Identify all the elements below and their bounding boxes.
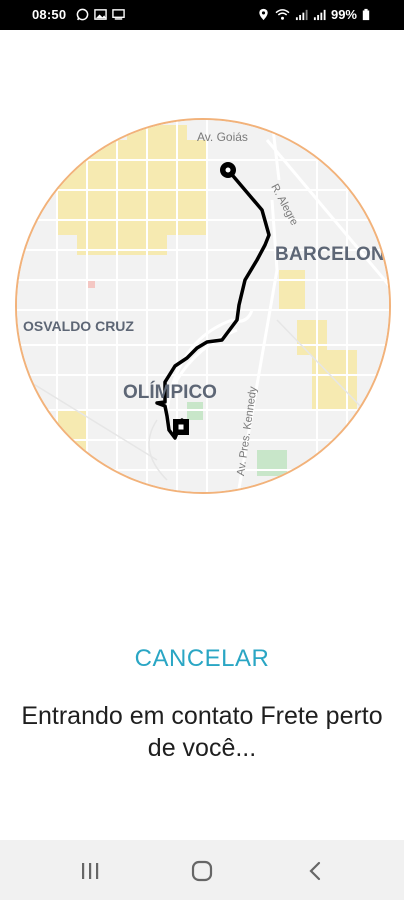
neighborhood-label: BARCELON [275,244,386,265]
back-icon[interactable] [303,858,329,884]
neighborhood-label: OLÍMPICO [123,382,217,403]
map-drawing [17,120,389,492]
navigation-bar [0,840,404,900]
whatsapp-icon [76,8,89,21]
signal-icon [295,9,308,21]
street-label: Av. Goiás [197,130,248,144]
status-time: 08:50 [32,7,67,22]
wifi-icon [275,9,290,20]
cancel-button[interactable]: CANCELAR [0,645,404,673]
battery-icon [362,8,370,21]
notification-icons [76,8,125,21]
gallery-icon [94,9,107,20]
searching-message: Entrando em contato Frete perto de você.… [21,702,383,762]
park-area [257,450,287,476]
location-icon [259,8,268,21]
route-map[interactable]: Av. Goiás R. Alegre BARCELON OSVALDO CRU… [15,118,391,494]
destination-marker-icon [173,419,189,435]
neighborhood-label: OSVALDO CRUZ [23,318,134,334]
status-bar: 08:50 99% [0,0,404,30]
screen-icon [112,9,125,20]
origin-marker-icon [220,162,236,178]
battery-percent: 99% [330,7,357,22]
signal-icon [313,9,326,21]
system-icons: 99% [257,7,370,22]
home-icon[interactable] [189,858,215,884]
recents-icon[interactable] [77,858,103,884]
